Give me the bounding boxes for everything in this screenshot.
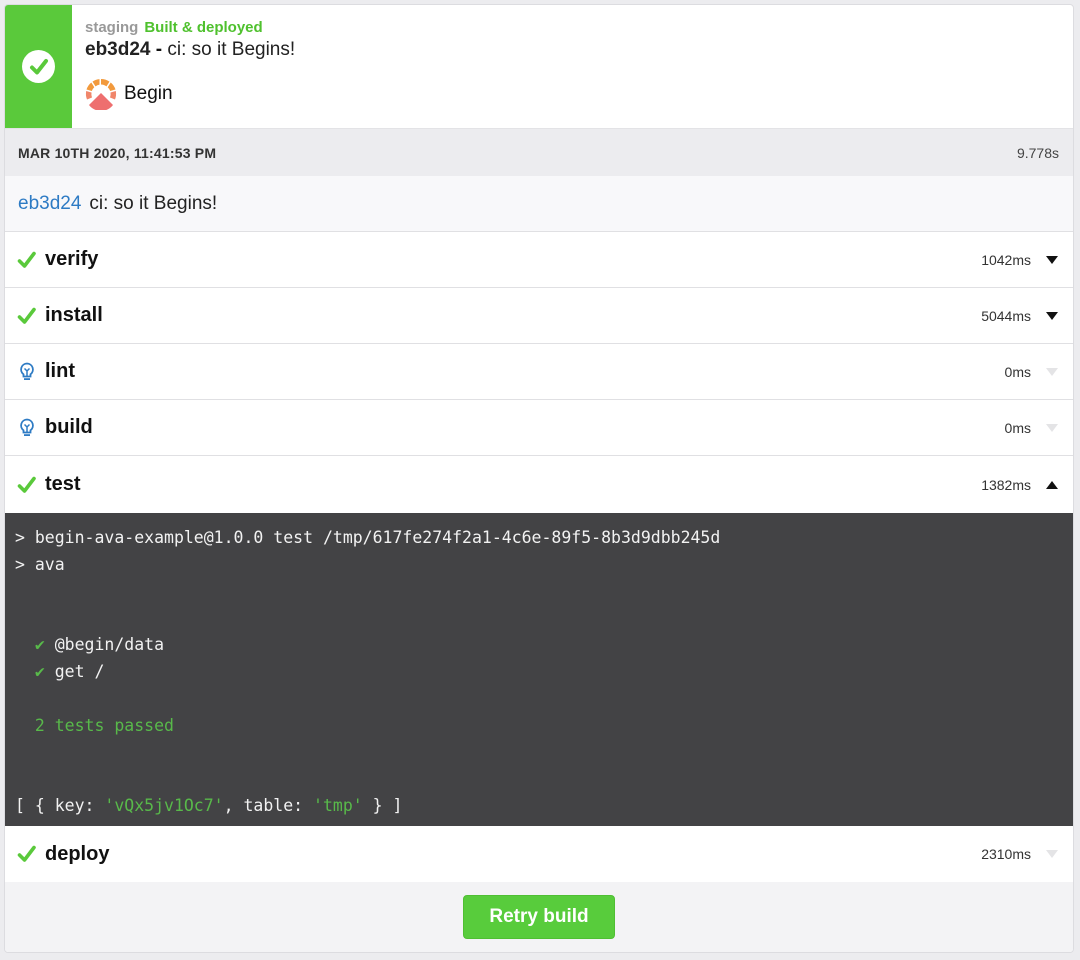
build-status-block [5,5,72,128]
lightbulb-icon [17,361,37,383]
build-status-label: Built & deployed [144,19,263,36]
test-summary: 2 tests passed [34,715,174,735]
success-check-icon [22,50,55,83]
test-name: get / [54,661,105,681]
header-commit-message: ci: so it Begins! [167,39,296,60]
app-name[interactable]: Begin [124,83,173,105]
step-name: deploy [45,842,110,865]
check-icon [17,474,37,496]
build-duration: 9.778s [1016,144,1059,161]
step-duration: 0ms [1004,363,1031,380]
step-install[interactable]: install 5044ms [5,288,1073,344]
test-name: @begin/data [54,635,165,655]
build-time-bar: MAR 10TH 2020, 11:41:53 PM 9.778s [5,129,1073,176]
step-duration: 0ms [1004,419,1031,436]
step-duration: 1382ms [981,476,1031,493]
step-deploy[interactable]: deploy 2310ms [5,826,1073,882]
commit-sha-link[interactable]: eb3d24 [18,193,81,215]
lightbulb-icon [17,417,37,439]
begin-logo-icon [85,78,117,110]
log-line: > begin-ava-example@1.0.0 test /tmp/617f… [15,528,721,547]
check-icon [17,249,37,271]
step-name: build [45,416,93,438]
step-lint[interactable]: lint 0ms [5,344,1073,400]
retry-build-button[interactable]: Retry build [463,895,615,939]
log-line: 2 tests passed [15,713,1063,740]
step-name: install [45,304,103,326]
chevron-up-icon[interactable] [1045,480,1059,490]
header-separator: - [150,39,168,60]
step-duration: 5044ms [981,307,1031,324]
commit-row: eb3d24 ci: so it Begins! [5,176,1073,232]
header-commit-sha: eb3d24 [85,39,151,60]
log-text: [ { key: [15,795,105,815]
step-name: test [45,473,81,495]
log-text: } ] [362,795,403,815]
chevron-down-icon [1045,849,1059,859]
chevron-down-icon [1045,367,1059,377]
check-icon [17,843,37,865]
step-duration: 2310ms [981,846,1031,862]
build-header: staging Built & deployed eb3d24 - ci: so … [5,5,1073,129]
log-line: ✔ @begin/data [15,632,1063,659]
log-string: 'tmp' [313,795,363,815]
log-string: 'vQx5jv1Oc7' [104,795,224,815]
build-date: MAR 10TH 2020, 11:41:53 PM [18,144,217,161]
log-line: ✔ get / [15,659,1063,686]
chevron-down-icon [1045,423,1059,433]
chevron-down-icon[interactable] [1045,255,1059,265]
step-duration: 1042ms [981,251,1031,268]
step-name: verify [45,248,99,270]
test-log-output: > begin-ava-example@1.0.0 test /tmp/617f… [5,513,1073,826]
test-pass-check-icon: ✔ [34,661,45,681]
step-test[interactable]: test 1382ms [5,456,1073,513]
log-line: > ava [15,554,65,574]
step-verify[interactable]: verify 1042ms [5,232,1073,288]
commit-message: ci: so it Begins! [89,192,218,214]
build-card: staging Built & deployed eb3d24 - ci: so … [4,4,1074,953]
chevron-down-icon[interactable] [1045,311,1059,321]
log-text: , table: [223,795,314,815]
card-footer: Retry build [5,882,1073,952]
check-icon [17,305,37,327]
test-pass-check-icon: ✔ [34,635,45,655]
step-build[interactable]: build 0ms [5,400,1073,456]
log-line: [ { key: 'vQx5jv1Oc7', table: 'tmp' } ] [15,793,1063,820]
step-name: lint [45,360,75,382]
environment-label: staging [85,19,139,36]
